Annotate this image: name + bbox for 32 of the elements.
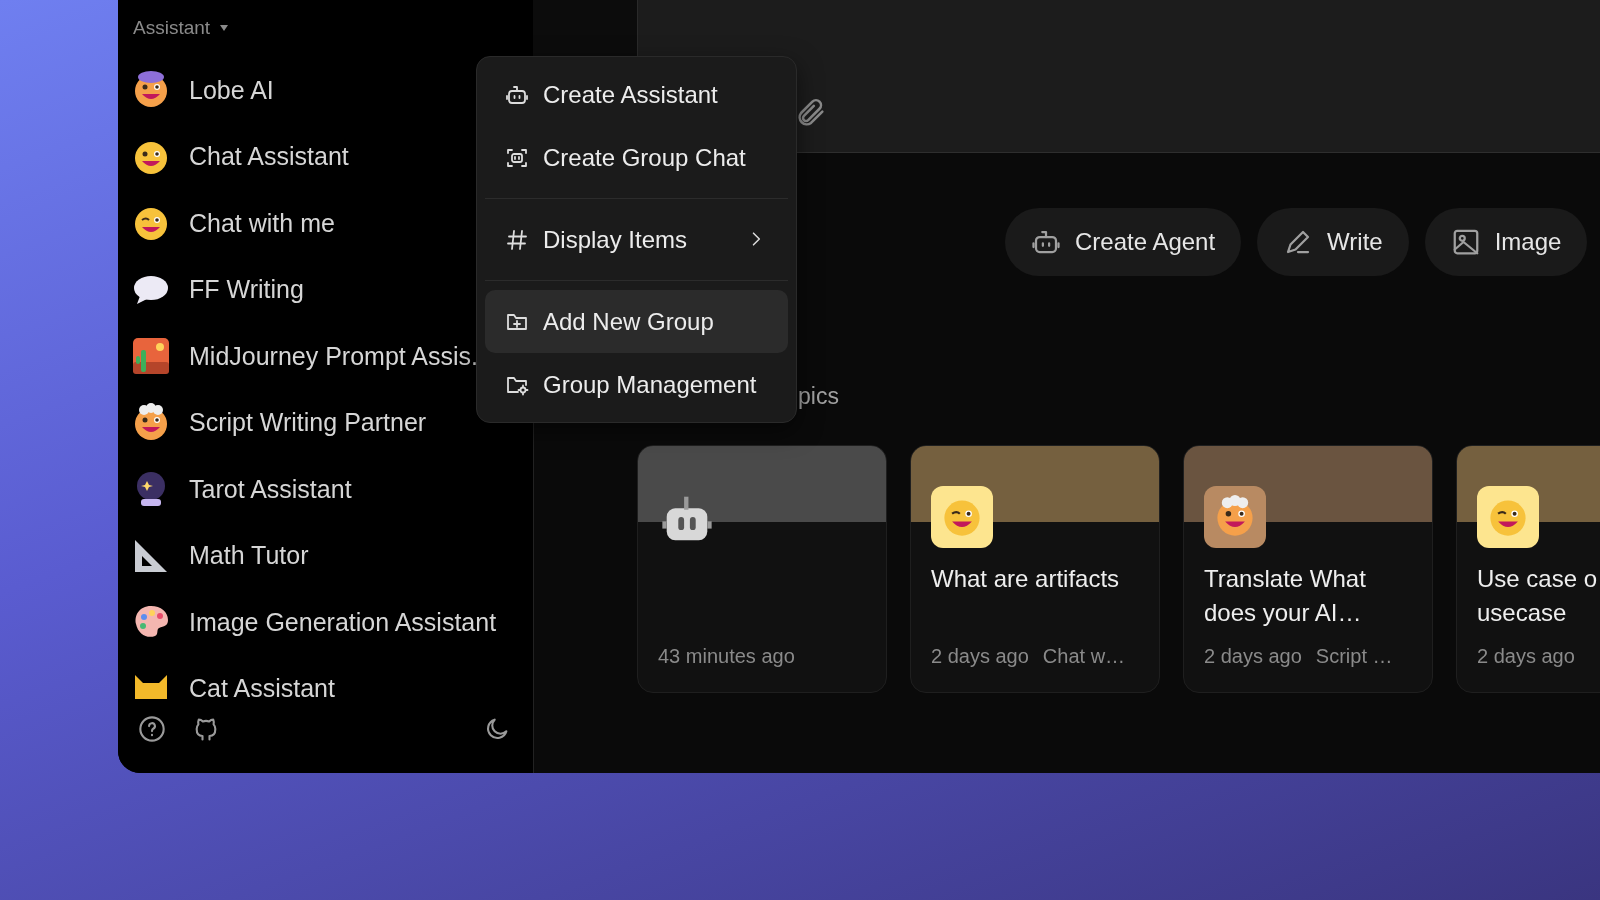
winking-smiley-icon	[1477, 486, 1539, 548]
topic-time: 2 days ago	[1477, 645, 1575, 668]
topic-time: 43 minutes ago	[658, 645, 795, 668]
topic-time: 2 days ago	[1204, 645, 1302, 668]
suggestion-button[interactable]: Create Agent	[1005, 208, 1242, 276]
menu-item[interactable]: Create Group Chat	[485, 126, 788, 189]
sidebar-header[interactable]: Assistant	[133, 17, 211, 39]
topic-assistant: Chat w…	[1042, 645, 1126, 668]
winking-smiley-icon	[931, 486, 993, 548]
menu-item[interactable]: Add New Group	[485, 290, 788, 353]
suggestion-button[interactable]: Image	[1424, 208, 1588, 276]
topic-title: Use case o usecase	[1477, 564, 1599, 628]
help-icon	[138, 715, 166, 743]
topic-title: What are artifacts	[931, 564, 1121, 594]
sidebar-item[interactable]: Math Tutor	[128, 522, 523, 589]
topic-card[interactable]: Use case o usecase 2 days ago	[1456, 445, 1600, 693]
topic-time: 2 days ago	[931, 645, 1029, 668]
sidebar-item[interactable]: Image Generation Assistant	[128, 589, 523, 656]
topic-card[interactable]: Translate What does your AI… 2 days ago Script …	[1183, 445, 1433, 693]
suggestion-button[interactable]: Write	[1257, 208, 1409, 276]
topic-card[interactable]: 43 minutes ago	[637, 445, 887, 693]
topic-card[interactable]: What are artifacts 2 days ago Chat w…	[910, 445, 1160, 693]
menu-item[interactable]: Group Management	[485, 353, 788, 416]
sidebar-item[interactable]: Cat Assistant	[128, 655, 523, 699]
desert-picture-icon	[131, 336, 171, 377]
topic-assistant: Script …	[1315, 645, 1393, 668]
sidebar-item[interactable]: Tarot Assistant	[128, 456, 523, 523]
hash-icon	[505, 227, 529, 252]
menu-item[interactable]: Create Assistant	[485, 63, 788, 126]
surprised-face-icon	[1204, 486, 1266, 548]
topic-title: Translate What does your AI…	[1204, 564, 1367, 628]
topics-heading: pics	[798, 383, 839, 409]
